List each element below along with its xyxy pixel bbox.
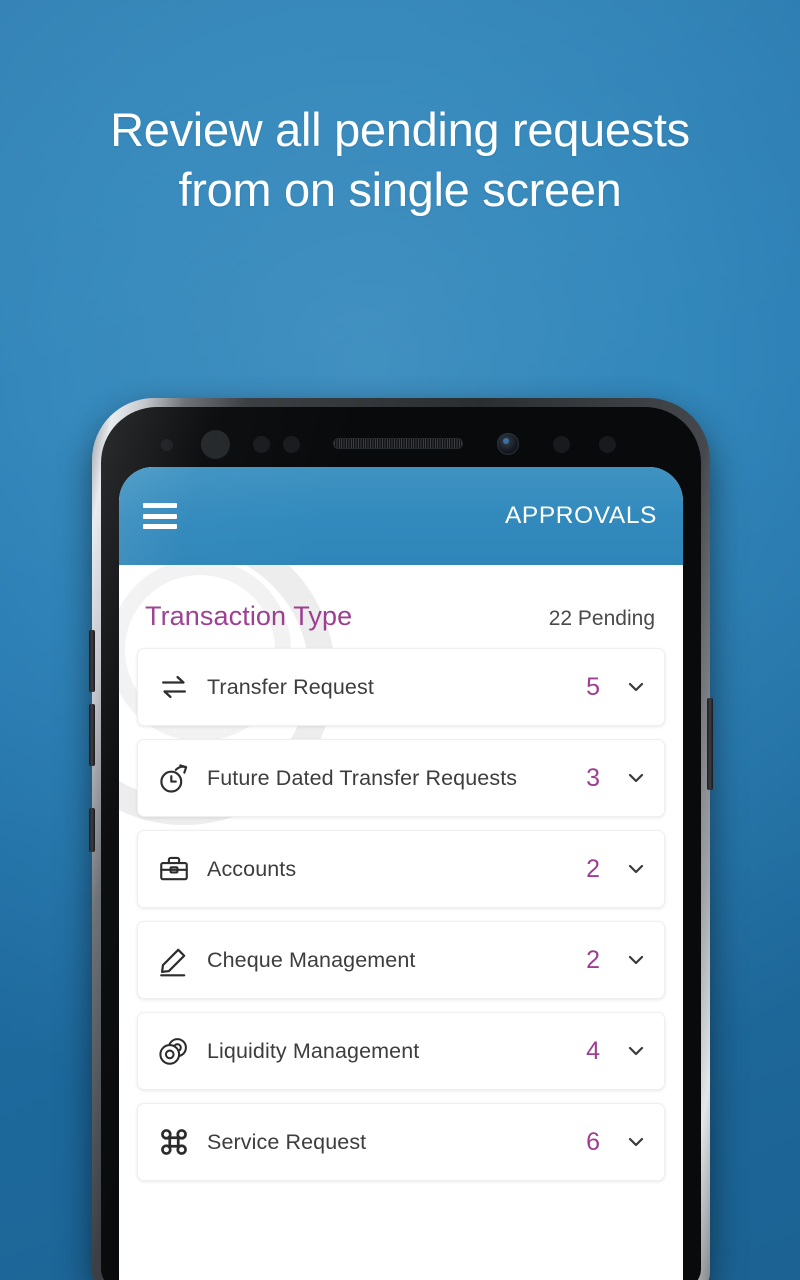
power-button[interactable]: [707, 698, 713, 790]
volume-down-button[interactable]: [89, 704, 95, 766]
phone-sensor-bar: [101, 407, 701, 467]
iris-scanner-icon: [201, 430, 230, 459]
list-item[interactable]: Service Request 6: [137, 1103, 665, 1181]
chevron-down-icon[interactable]: [626, 768, 646, 788]
hamburger-bar-2: [143, 513, 177, 519]
list-item-label: Cheque Management: [207, 947, 416, 972]
led-indicator-icon: [283, 436, 300, 453]
section-title: Transaction Type: [145, 601, 353, 631]
light-sensor-icon: [253, 436, 270, 453]
phone-bezel: APPROVALS Transaction Type 22 Pending Tr…: [101, 407, 701, 1280]
promo-headline: Review all pending requests from on sing…: [0, 100, 800, 220]
pending-summary: 22 Pending: [548, 607, 655, 630]
chevron-down-icon[interactable]: [626, 1132, 646, 1152]
phone-screen: APPROVALS Transaction Type 22 Pending Tr…: [119, 467, 683, 1280]
list-item-label: Transfer Request: [207, 674, 374, 699]
hamburger-bar-1: [143, 503, 177, 508]
sensor-dot-right-a: [553, 436, 570, 453]
list-item-count: 6: [586, 1127, 600, 1156]
chevron-down-icon[interactable]: [626, 950, 646, 970]
phone-mockup: APPROVALS Transaction Type 22 Pending Tr…: [89, 398, 713, 1280]
list-item-label: Service Request: [207, 1129, 367, 1154]
list-item-count: 3: [586, 763, 600, 792]
promo-screenshot-root: Review all pending requests from on sing…: [0, 0, 800, 1280]
approvals-list: Transfer Request 5 Future Dated Transfer…: [119, 648, 683, 1181]
list-item[interactable]: Transfer Request 5: [137, 648, 665, 726]
volume-up-button[interactable]: [89, 630, 95, 692]
hamburger-bar-3: [143, 524, 177, 529]
overlapping-coins-icon: [154, 1031, 194, 1071]
list-item[interactable]: Accounts 2: [137, 830, 665, 908]
list-item-label: Accounts: [207, 856, 297, 881]
chevron-down-icon[interactable]: [626, 859, 646, 879]
proximity-sensor-icon: [161, 439, 173, 451]
briefcase-icon: [154, 849, 194, 889]
list-item[interactable]: Cheque Management 2: [137, 921, 665, 999]
chevron-down-icon[interactable]: [626, 677, 646, 697]
list-item-count: 4: [586, 1036, 600, 1065]
promo-headline-line-2: from on single screen: [178, 163, 622, 216]
transfer-arrows-icon: [154, 667, 194, 707]
clock-arrow-icon: [154, 758, 194, 798]
list-item-label: Liquidity Management: [207, 1038, 420, 1063]
hamburger-menu-icon[interactable]: [143, 503, 177, 529]
chevron-down-icon[interactable]: [626, 1041, 646, 1061]
sensor-dot-right-b: [599, 436, 616, 453]
pencil-edit-icon: [154, 940, 194, 980]
assistant-button[interactable]: [89, 808, 95, 852]
list-item-count: 2: [586, 854, 600, 883]
front-camera-icon: [497, 433, 519, 455]
list-item-count: 2: [586, 945, 600, 974]
list-item-label: Future Dated Transfer Requests: [207, 765, 518, 790]
section-header: Transaction Type 22 Pending: [119, 565, 683, 648]
promo-headline-line-1: Review all pending requests: [110, 103, 690, 156]
earpiece-speaker-icon: [333, 438, 463, 449]
list-item[interactable]: Future Dated Transfer Requests 3: [137, 739, 665, 817]
list-item[interactable]: Liquidity Management 4: [137, 1012, 665, 1090]
list-item-count: 5: [586, 672, 600, 701]
app-bar: APPROVALS: [119, 467, 683, 565]
app-bar-title: APPROVALS: [504, 502, 657, 529]
service-nodes-icon: [154, 1122, 194, 1162]
